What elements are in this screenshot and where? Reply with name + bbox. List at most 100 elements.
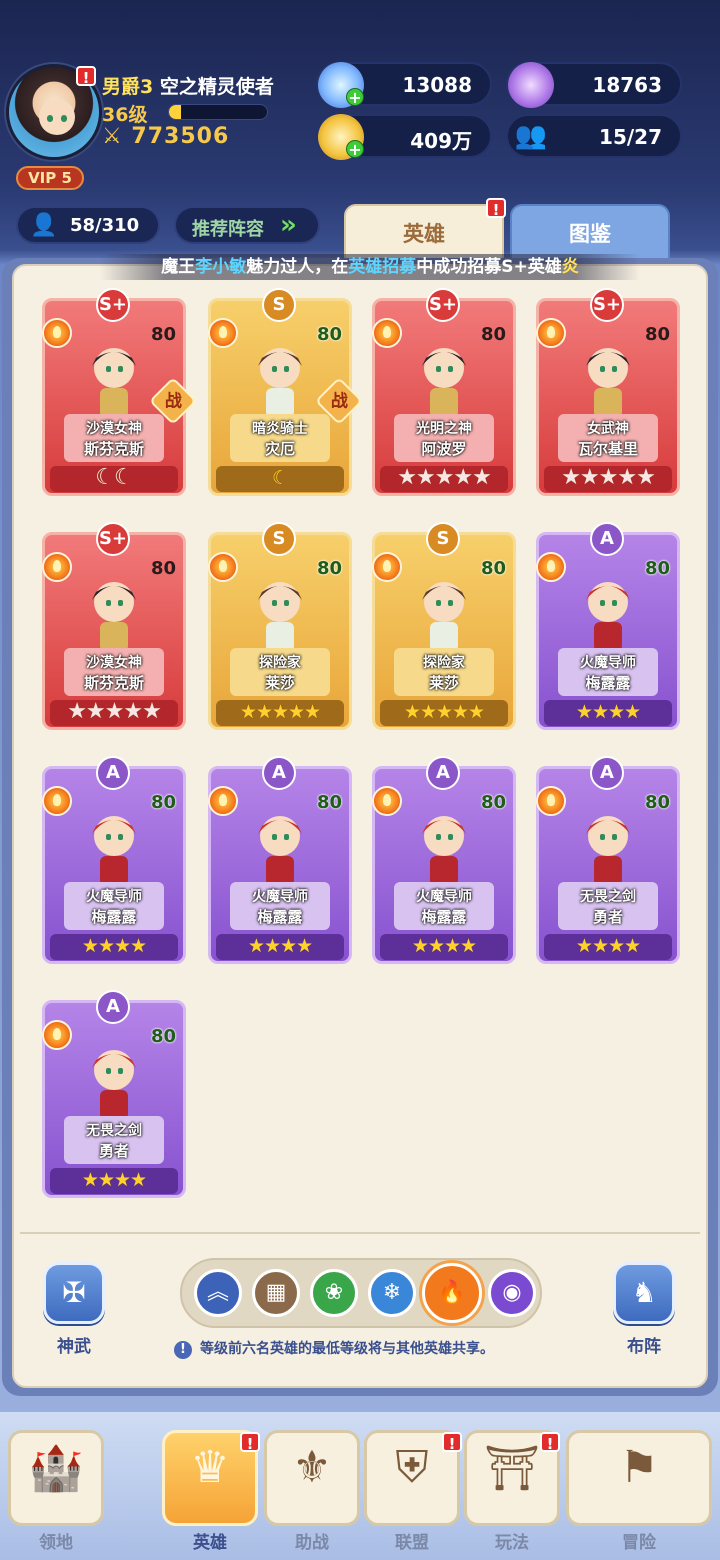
gold-resource[interactable]: + 409万: [316, 114, 492, 160]
nav-hero-label: 英雄: [193, 1533, 227, 1553]
double-chevron-right-icon: »: [280, 210, 297, 240]
hero-title: 沙漠女神: [86, 421, 142, 437]
fire-element-icon: [536, 786, 566, 816]
formation-button[interactable]: ♞ 布阵: [604, 1262, 684, 1357]
level-progress-fill: [169, 105, 181, 119]
vip-badge[interactable]: VIP 5: [16, 166, 84, 190]
hero-name: 斯芬克斯: [83, 440, 144, 458]
hero-stars: ★★★★★: [544, 466, 672, 492]
rarity-badge: A: [426, 756, 460, 790]
rarity-badge: S+: [96, 522, 130, 556]
hero-name: 莱莎: [428, 674, 459, 692]
wing-shield-icon: ✠: [43, 1262, 105, 1324]
hero-title: 火魔导师: [416, 889, 472, 905]
hero-count: 58/310: [70, 215, 140, 236]
filter-earth-icon[interactable]: ▦: [252, 1269, 300, 1317]
filter-ice-icon[interactable]: ❄: [368, 1269, 416, 1317]
header: ! 男爵3 空之精灵使者 36级 ⚔ 773506 VIP 5 + 13088 …: [0, 0, 720, 264]
hint-text: 等级前六名英雄的最低等级将与其他英雄共享。: [200, 1341, 494, 1357]
crystal-add-icon[interactable]: +: [346, 88, 364, 106]
hero-title: 探险家: [423, 655, 465, 671]
fire-element-icon: [208, 552, 238, 582]
hero-card[interactable]: A 80 无畏之剑 勇者 ★★★★: [38, 990, 190, 1206]
hero-name: 阿波罗: [421, 440, 467, 458]
fire-element-icon: [372, 552, 402, 582]
power-value: 773506: [131, 124, 230, 149]
rarity-badge: A: [96, 756, 130, 790]
rarity-badge: A: [262, 756, 296, 790]
player-level: 36级: [102, 104, 148, 126]
hero-stars: ☾: [216, 466, 344, 492]
hero-stars: ★★★★: [216, 934, 344, 960]
hero-card[interactable]: A 80 火魔导师 梅露露 ★★★★: [38, 756, 190, 972]
crystal-resource[interactable]: + 13088: [316, 62, 492, 108]
crossed-swords-icon: ⚔: [102, 124, 123, 149]
hero-card[interactable]: S+ 80 沙漠女神 斯芬克斯 ☾☾ 战: [38, 288, 198, 504]
purple-gem-icon: [508, 62, 554, 108]
hero-name: 勇者: [592, 908, 623, 926]
filter-all-chevron-icon[interactable]: ︽: [194, 1269, 242, 1317]
hero-card[interactable]: A 80 火魔导师 梅露露 ★★★★: [204, 756, 356, 972]
rarity-badge: S+: [590, 288, 624, 322]
hero-name: 梅露露: [585, 674, 631, 692]
hero-title: 女武神: [587, 421, 629, 437]
hero-card[interactable]: S 80 探险家 莱莎 ★★★★★: [368, 522, 520, 738]
hero-stars: ★★★★★: [50, 700, 178, 726]
hero-stars: ★★★★: [544, 934, 672, 960]
in-battle-label: 战: [330, 391, 348, 411]
avatar-face: [39, 99, 75, 135]
hero-count-chip[interactable]: 👤 58/310: [16, 206, 160, 244]
filter-wind-icon[interactable]: ❀: [310, 1269, 358, 1317]
level-progress-bar: [168, 104, 268, 120]
rarity-badge: S: [426, 522, 460, 556]
nav-adventure-label: 冒险: [622, 1533, 656, 1553]
hero-title: 火魔导师: [86, 889, 142, 905]
hero-title: 光明之神: [416, 421, 472, 437]
divine-weapon-label: 神武: [57, 1337, 91, 1357]
fire-element-icon: [42, 1020, 72, 1050]
rarity-badge: A: [590, 522, 624, 556]
rarity-badge: S: [262, 288, 296, 322]
hero-title: 沙漠女神: [86, 655, 142, 671]
hero-title: 火魔导师: [252, 889, 308, 905]
nav-gameplay-label: 玩法: [495, 1533, 529, 1553]
hero-name: 勇者: [98, 1142, 129, 1160]
rarity-badge: S: [262, 522, 296, 556]
gem-resource[interactable]: 18763: [506, 62, 682, 108]
filter-fire-icon[interactable]: 🔥: [422, 1263, 482, 1323]
rarity-badge: A: [96, 990, 130, 1024]
nav-support-label: 助战: [295, 1533, 329, 1553]
hero-card[interactable]: S+ 80 女武神 瓦尔基里 ★★★★★: [532, 288, 684, 504]
hero-card[interactable]: A 80 火魔导师 梅露露 ★★★★: [368, 756, 520, 972]
nav-territory[interactable]: 🏰 领地: [8, 1430, 104, 1553]
hero-stars: ★★★★★: [216, 700, 344, 726]
hero-card[interactable]: S+ 80 沙漠女神 斯芬克斯 ★★★★★: [38, 522, 190, 738]
hero-stars: ★★★★: [50, 1168, 178, 1194]
hero-card[interactable]: S+ 80 光明之神 阿波罗 ★★★★★: [368, 288, 520, 504]
element-filter-bar: ︽ ▦ ❀ ❄ 🔥 ◉: [180, 1258, 542, 1328]
recommend-lineup-button[interactable]: 推荐阵容 »: [174, 206, 320, 244]
nav-adventure[interactable]: ⚑ 冒险: [566, 1430, 712, 1553]
hero-name: 梅露露: [257, 908, 303, 926]
info-icon: !: [174, 1341, 192, 1359]
player-rank: 男爵3: [102, 76, 154, 98]
filter-dark-eye-icon[interactable]: ◉: [488, 1269, 536, 1317]
hero-card[interactable]: S 80 暗炎骑士 灾厄 ☾ 战: [204, 288, 364, 504]
player-title-name: 空之精灵使者: [159, 76, 274, 98]
fire-element-icon: [208, 318, 238, 348]
hero-card[interactable]: A 80 火魔导师 梅露露 ★★★★: [532, 522, 684, 738]
marquee-tail: 炎: [561, 257, 579, 277]
divine-weapon-button[interactable]: ✠ 神武: [34, 1262, 114, 1357]
gem-value: 18763: [592, 73, 662, 97]
castle-icon: 🏰: [28, 1443, 84, 1494]
team-resource[interactable]: 👥 15/27: [506, 114, 682, 158]
hero-stars: ★★★★★: [380, 466, 508, 492]
hero-card[interactable]: S 80 探险家 莱莎 ★★★★★: [204, 522, 356, 738]
hero-title: 探险家: [259, 655, 301, 671]
nav-support[interactable]: ⚜ 助战: [264, 1430, 360, 1553]
hero-stars: ★★★★: [544, 700, 672, 726]
fire-element-icon: [42, 786, 72, 816]
hero-card[interactable]: A 80 无畏之剑 勇者 ★★★★: [532, 756, 684, 972]
gold-add-icon[interactable]: +: [346, 140, 364, 158]
fire-element-icon: [372, 318, 402, 348]
